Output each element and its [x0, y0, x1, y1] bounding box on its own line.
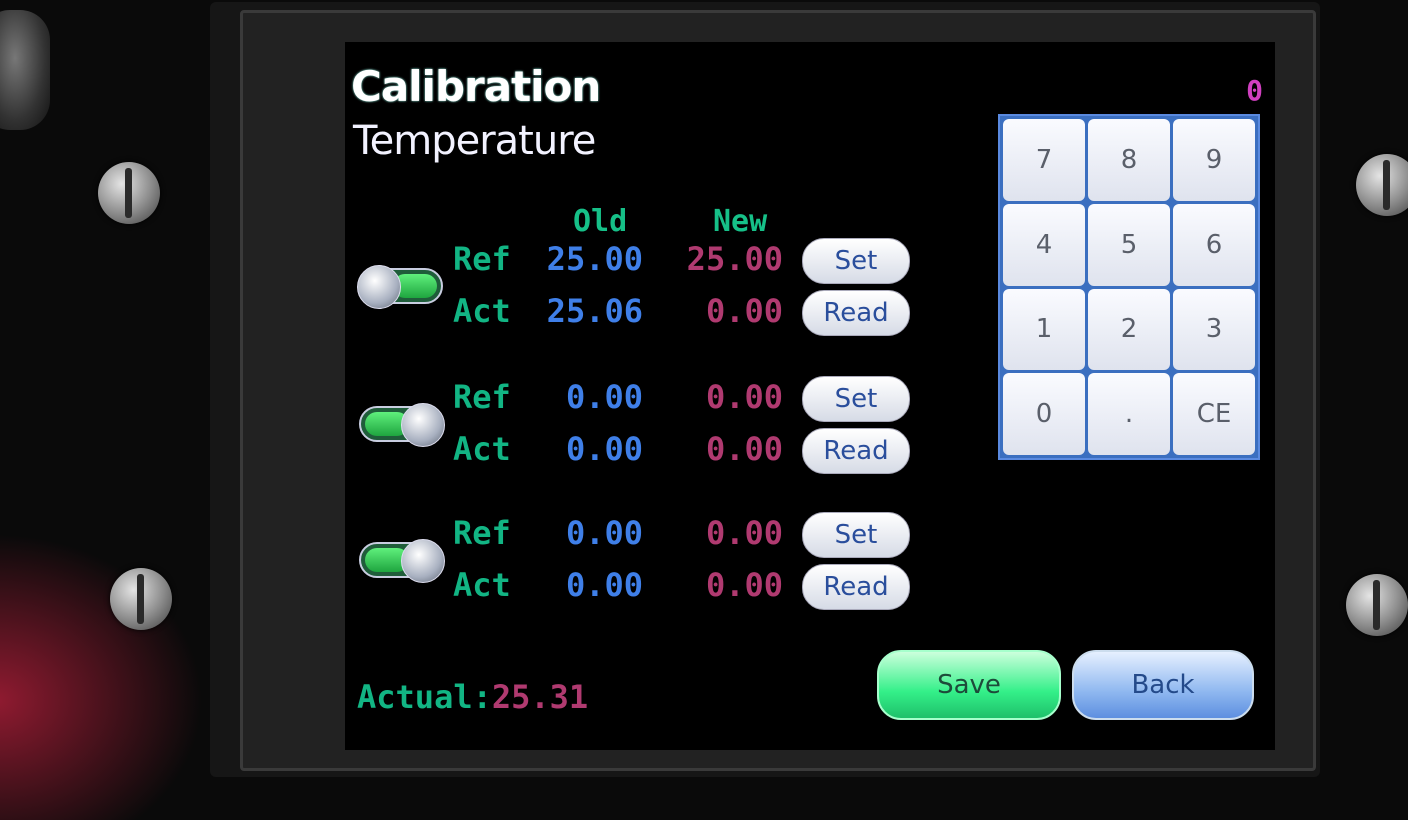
- act-label: Act: [453, 566, 511, 604]
- key-2[interactable]: 2: [1088, 288, 1170, 371]
- key-4[interactable]: 4: [1003, 203, 1085, 286]
- channel-3-act-row: Act 0.00 0.00 Read: [345, 564, 925, 610]
- ref-old-value: 0.00: [565, 514, 643, 552]
- column-header-old: Old: [573, 204, 628, 239]
- screw-icon: [98, 162, 160, 224]
- device-knob: [0, 10, 50, 130]
- act-old-value: 0.00: [565, 430, 643, 468]
- act-new-value: 0.00: [705, 430, 783, 468]
- read-button[interactable]: Read: [802, 564, 910, 610]
- save-button[interactable]: Save: [877, 650, 1061, 720]
- ref-new-value: 0.00: [705, 514, 783, 552]
- key-7[interactable]: 7: [1003, 119, 1085, 201]
- page-title: Calibration: [351, 62, 601, 111]
- actual-label: Actual:: [357, 678, 492, 716]
- lcd-screen: Calibration Temperature 0 Old New Ref 25…: [345, 42, 1275, 750]
- ref-new-value: 0.00: [705, 378, 783, 416]
- ref-label: Ref: [453, 240, 511, 278]
- set-button[interactable]: Set: [802, 512, 910, 558]
- act-label: Act: [453, 292, 511, 330]
- key-clear-entry[interactable]: CE: [1173, 373, 1255, 455]
- key-6[interactable]: 6: [1173, 203, 1255, 286]
- channel-2-ref-row: Ref 0.00 0.00 Set: [345, 376, 925, 422]
- red-light-glow: [0, 520, 220, 820]
- key-8[interactable]: 8: [1088, 119, 1170, 201]
- ref-label: Ref: [453, 514, 511, 552]
- keypad-entry-value: 0: [1246, 74, 1263, 107]
- read-button[interactable]: Read: [802, 290, 910, 336]
- back-button[interactable]: Back: [1072, 650, 1254, 720]
- ref-new-value: 25.00: [686, 240, 783, 278]
- act-old-value: 25.06: [546, 292, 643, 330]
- numeric-keypad: 7 8 9 4 5 6 1 2 3 0 . CE: [998, 114, 1260, 460]
- key-decimal[interactable]: .: [1088, 373, 1170, 455]
- channel-1-act-row: Act 25.06 0.00 Read: [345, 290, 925, 336]
- key-0[interactable]: 0: [1003, 373, 1085, 455]
- channel-3-ref-row: Ref 0.00 0.00 Set: [345, 512, 925, 558]
- screw-icon: [110, 568, 172, 630]
- key-5[interactable]: 5: [1088, 203, 1170, 286]
- key-1[interactable]: 1: [1003, 288, 1085, 371]
- column-header-new: New: [713, 204, 768, 239]
- ref-old-value: 0.00: [565, 378, 643, 416]
- channel-1-ref-row: Ref 25.00 25.00 Set: [345, 238, 925, 284]
- ref-label: Ref: [453, 378, 511, 416]
- set-button[interactable]: Set: [802, 238, 910, 284]
- act-label: Act: [453, 430, 511, 468]
- actual-value: 25.31: [491, 678, 589, 716]
- screw-icon: [1346, 574, 1408, 636]
- key-9[interactable]: 9: [1173, 119, 1255, 201]
- page-subtitle: Temperature: [353, 118, 596, 164]
- key-3[interactable]: 3: [1173, 288, 1255, 371]
- read-button[interactable]: Read: [802, 428, 910, 474]
- act-new-value: 0.00: [705, 292, 783, 330]
- screw-icon: [1356, 154, 1408, 216]
- actual-reading: Actual:25.31: [357, 678, 588, 716]
- set-button[interactable]: Set: [802, 376, 910, 422]
- ref-old-value: 25.00: [546, 240, 643, 278]
- act-new-value: 0.00: [705, 566, 783, 604]
- channel-2-act-row: Act 0.00 0.00 Read: [345, 428, 925, 474]
- act-old-value: 0.00: [565, 566, 643, 604]
